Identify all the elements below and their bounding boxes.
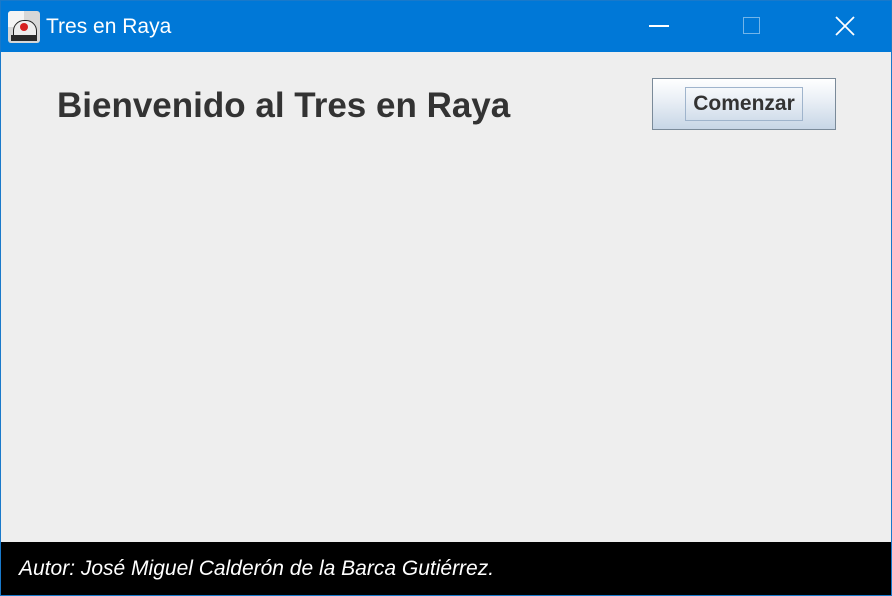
window-title: Tres en Raya <box>46 15 172 38</box>
start-button-label: Comenzar <box>693 92 795 115</box>
close-button[interactable] <box>799 1 891 52</box>
title-bar[interactable]: Tres en Raya <box>1 1 891 52</box>
author-credit: Autor: José Miguel Calderón de la Barca … <box>19 557 495 580</box>
maximize-icon <box>742 17 760 34</box>
app-icon[interactable] <box>8 11 40 43</box>
maximize-button[interactable] <box>705 1 797 52</box>
minimize-button[interactable] <box>613 1 705 52</box>
welcome-heading: Bienvenido al Tres en Raya <box>57 86 511 125</box>
app-icon-part <box>11 35 37 41</box>
start-button[interactable]: Comenzar <box>652 78 836 130</box>
app-icon-part <box>20 23 28 31</box>
minimize-icon <box>649 24 669 27</box>
close-icon <box>835 15 855 36</box>
main-panel: Bienvenido al Tres en Raya Comenzar <box>1 52 891 542</box>
footer-bar: Autor: José Miguel Calderón de la Barca … <box>1 542 891 595</box>
application-window: Tres en Raya Bienvenido al Tres en Raya … <box>0 0 892 596</box>
